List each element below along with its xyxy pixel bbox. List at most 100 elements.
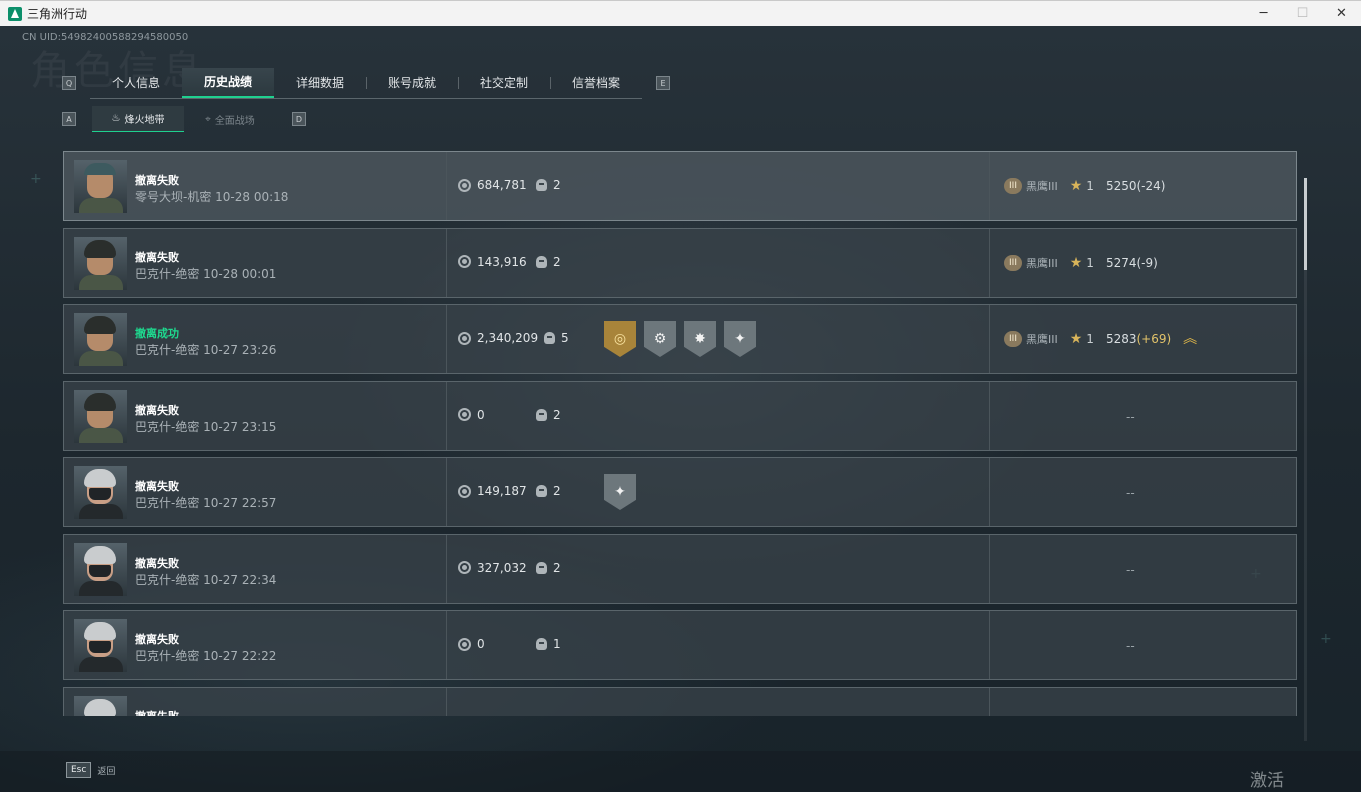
kill-count-text: 2 bbox=[553, 178, 561, 192]
match-history-list[interactable]: 撤离失败 零号大坝-机密 10-28 00:18 684,781 2 III 黑鹰III ★… bbox=[63, 151, 1298, 716]
next-tab-key-hint[interactable]: E bbox=[656, 76, 670, 90]
match-row[interactable]: 撤离成功 巴克什-绝密 10-27 23:26 2,340,209 5 ◎ ⚙ ✸ ✦ III 黑… bbox=[63, 304, 1297, 374]
window-titlebar: 三角洲行动 ─ ☐ ✕ bbox=[0, 0, 1361, 26]
kill-count: 5 bbox=[544, 331, 569, 345]
loot-value-text: 149,187 bbox=[477, 484, 527, 498]
tab-5[interactable]: 社交定制 bbox=[458, 68, 550, 98]
rank-score: 5250(-24) bbox=[1106, 179, 1166, 193]
avatar-body bbox=[79, 504, 123, 519]
avatar-mask bbox=[89, 488, 111, 500]
match-row[interactable]: 撤离失败 巴克什-绝密 10-27 22:57 149,187 2 ✦ -- bbox=[63, 457, 1297, 527]
decor-plus-icon: + bbox=[1320, 631, 1332, 647]
prev-tab-key-hint[interactable]: Q bbox=[62, 76, 76, 90]
map-and-time: 巴克什-绝密 10-28 00:01 bbox=[135, 266, 277, 281]
wrench-icon[interactable]: ⚙ bbox=[644, 321, 676, 357]
rank-score-delta: (-24) bbox=[1136, 179, 1166, 193]
column-divider bbox=[989, 534, 990, 603]
app-logo-icon bbox=[8, 6, 22, 21]
maximize-button[interactable]: ☐ bbox=[1283, 1, 1322, 27]
extraction-status: 撤离失败 bbox=[135, 250, 179, 264]
kill-count-text: 2 bbox=[553, 407, 561, 422]
kill-count-text: 2 bbox=[553, 484, 561, 498]
match-row[interactable]: 撤离失败 巴克什-绝密 10-28 00:01 143,916 2 III 黑鹰III ★ 1… bbox=[63, 227, 1297, 298]
avatar-body bbox=[79, 427, 123, 443]
match-row[interactable]: 撤离失败 巴克什-绝密 10-27 23:15 0 2 -- bbox=[63, 380, 1297, 451]
coin-icon bbox=[458, 637, 471, 651]
star-count: 1 bbox=[1086, 255, 1094, 270]
loot-value-text: 2,340,209 bbox=[477, 331, 539, 345]
column-divider bbox=[989, 152, 990, 220]
rank-emblem-icon: III bbox=[1004, 331, 1022, 347]
loot-value: 327,032 bbox=[458, 561, 527, 575]
match-row[interactable]: 撤离失败 巴克什-绝密 10-27 22:22 0 1 -- bbox=[63, 610, 1297, 680]
handshake-icon[interactable]: ✦ bbox=[604, 474, 636, 510]
back-button[interactable]: Esc 返回 bbox=[66, 762, 115, 778]
avatar-hair bbox=[84, 316, 116, 334]
tab-4[interactable]: 账号成就 bbox=[366, 68, 458, 98]
tab-2[interactable]: 历史战绩 bbox=[182, 67, 274, 98]
activate-windows-watermark: 激活 Windows bbox=[1250, 771, 1326, 792]
match-row[interactable]: 撤离失败 bbox=[63, 686, 1297, 716]
mode-tab-1[interactable]: ♨ 烽火地带 bbox=[92, 106, 184, 132]
avatar-body bbox=[79, 198, 123, 213]
extraction-status: 撤离失败 bbox=[135, 480, 179, 493]
avatar-hair bbox=[84, 163, 116, 175]
column-divider bbox=[446, 305, 447, 373]
avatar-hair bbox=[84, 239, 116, 258]
tab-6[interactable]: 信誉档案 bbox=[550, 68, 642, 98]
rank-placeholder: -- bbox=[1126, 409, 1135, 424]
match-row[interactable]: 撤离失败 巴克什-绝密 10-27 22:34 327,032 2 -- bbox=[63, 533, 1297, 604]
loot-value-text: 0 bbox=[477, 407, 485, 422]
rank-placeholder: -- bbox=[1126, 639, 1135, 653]
avatar-mask bbox=[89, 641, 111, 653]
loot-value-text: 143,916 bbox=[477, 254, 527, 269]
avatar-hair bbox=[84, 469, 116, 487]
mode-tab-2[interactable]: ⌖ 全面战场 bbox=[184, 106, 276, 132]
kill-count-text: 5 bbox=[561, 331, 569, 345]
rank-name: 黑鹰III bbox=[1026, 256, 1058, 270]
avatar-hair bbox=[84, 698, 116, 716]
avatar-hair bbox=[84, 545, 116, 564]
close-button[interactable]: ✕ bbox=[1322, 1, 1361, 27]
kill-count: 2 bbox=[536, 408, 561, 422]
bottom-bar bbox=[0, 751, 1361, 792]
column-divider bbox=[989, 458, 990, 526]
medal-gold-icon[interactable]: ◎ bbox=[604, 321, 636, 357]
minimize-button[interactable]: ─ bbox=[1244, 1, 1283, 27]
rank-score-value: 5274 bbox=[1105, 255, 1137, 270]
avatar-hair bbox=[84, 622, 116, 640]
match-row[interactable]: 撤离失败 零号大坝-机密 10-28 00:18 684,781 2 III 黑鹰III ★… bbox=[63, 151, 1297, 221]
rank-name: 黑鹰III bbox=[1026, 180, 1058, 193]
tab-3[interactable]: 详细数据 bbox=[274, 68, 366, 98]
game-viewport: 角色信息 + + + CN UID:549824005882945800​50 … bbox=[0, 26, 1361, 792]
rank-score-value: 5250 bbox=[1105, 179, 1137, 193]
star-count: 1 bbox=[1086, 179, 1094, 193]
next-mode-key-hint[interactable]: D bbox=[292, 112, 306, 126]
tab-1[interactable]: 个人信息 bbox=[90, 68, 182, 98]
star-count: 1 bbox=[1086, 332, 1094, 346]
achievement-badges: ✦ bbox=[604, 474, 636, 510]
main-tab-bar: Q 个人信息 历史战绩 详细数据 账号成就 社交定制 信誉档案 E bbox=[62, 67, 670, 99]
handshake-icon[interactable]: ✦ bbox=[724, 321, 756, 357]
window-title: 三角洲行动 bbox=[27, 7, 88, 21]
avatar-body bbox=[79, 351, 123, 366]
mode-tab-bar: A ♨ 烽火地带 ⌖ 全面战场 D bbox=[62, 106, 306, 132]
operator-avatar bbox=[74, 236, 127, 290]
match-list-scroll-thumb[interactable] bbox=[1304, 178, 1307, 270]
column-divider bbox=[989, 611, 990, 679]
loot-value: 149,187 bbox=[458, 484, 527, 498]
kill-count: 1 bbox=[536, 637, 561, 651]
loot-value-text: 0 bbox=[477, 637, 485, 651]
column-divider bbox=[446, 534, 447, 603]
kill-count-text: 2 bbox=[553, 560, 561, 575]
rank-up-chevrons-icon: ︽ bbox=[1183, 331, 1198, 347]
mode-tab-list: ♨ 烽火地带 ⌖ 全面战场 bbox=[92, 106, 276, 132]
mode-tab-label: 烽火地带 bbox=[124, 115, 165, 126]
operator-avatar bbox=[74, 619, 127, 672]
column-divider bbox=[446, 228, 447, 297]
kill-count-text: 1 bbox=[553, 637, 561, 651]
column-divider bbox=[446, 687, 447, 716]
burst-icon[interactable]: ✸ bbox=[684, 321, 716, 357]
prev-mode-key-hint[interactable]: A bbox=[62, 112, 76, 126]
rank-score-delta: (+69) bbox=[1136, 332, 1172, 346]
